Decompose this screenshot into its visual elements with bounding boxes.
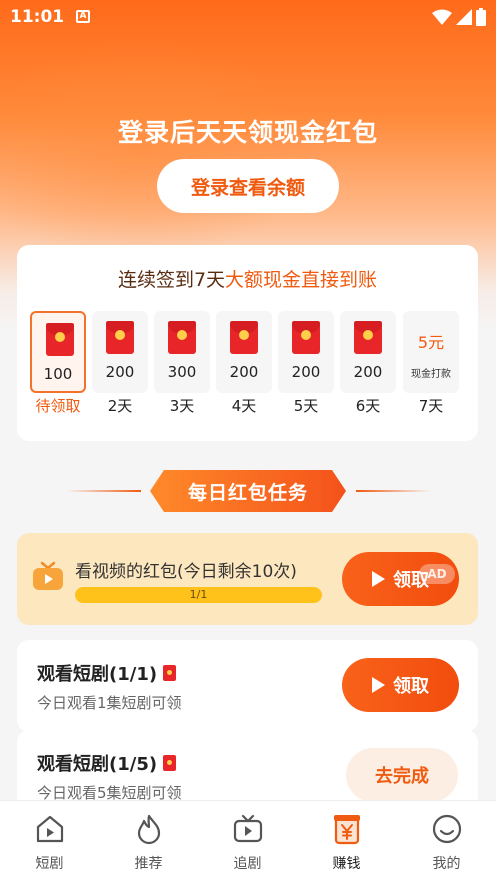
login-view-balance-button[interactable]: 登录查看余额 bbox=[157, 159, 339, 213]
checkin-card: 连续签到7天大额现金直接到账 100 200 300 200 200 200 5… bbox=[17, 245, 478, 441]
tab-earn-money[interactable]: 赚钱 bbox=[297, 801, 396, 881]
tv-icon bbox=[233, 814, 263, 843]
day-amount: 200 bbox=[291, 363, 321, 381]
checkin-day-6[interactable]: 200 bbox=[340, 311, 396, 393]
battery-icon bbox=[476, 8, 486, 26]
status-bar: 11:01 A bbox=[0, 0, 496, 34]
signal-icon bbox=[456, 9, 472, 25]
tab-label: 赚钱 bbox=[332, 856, 361, 872]
tab-following[interactable]: 追剧 bbox=[198, 801, 297, 881]
section-title: 每日红包任务 bbox=[150, 470, 346, 512]
divider-left bbox=[66, 490, 141, 492]
checkin-title: 连续签到7天大额现金直接到账 bbox=[17, 265, 478, 292]
checkin-day-4[interactable]: 200 bbox=[216, 311, 272, 393]
red-envelope-icon bbox=[163, 755, 177, 771]
tab-mine[interactable]: 我的 bbox=[397, 801, 496, 881]
tab-label: 追剧 bbox=[233, 856, 262, 872]
checkin-day-2[interactable]: 200 bbox=[92, 311, 148, 393]
task-title-text: 观看短剧(1/5) bbox=[37, 754, 158, 775]
play-icon bbox=[372, 571, 385, 587]
hero-title: 登录后天天领现金红包 bbox=[117, 118, 378, 147]
tab-label: 短剧 bbox=[35, 856, 64, 872]
checkin-day-3[interactable]: 300 bbox=[154, 311, 210, 393]
video-reward-task: 看视频的红包(今日剩余10次) 1/1 领取 AD bbox=[17, 533, 478, 625]
checkin-day-1[interactable]: 100 bbox=[30, 311, 86, 393]
video-task-progress: 1/1 bbox=[75, 587, 322, 603]
checkin-day-7[interactable]: 5元 现金打款 bbox=[403, 311, 459, 393]
red-envelope-icon bbox=[106, 321, 134, 354]
day-label-1: 待领取 bbox=[35, 397, 81, 415]
task-title: 观看短剧(1/5) bbox=[37, 750, 177, 776]
checkin-day-5[interactable]: 200 bbox=[278, 311, 334, 393]
day-label-3: 3天 bbox=[169, 397, 195, 415]
divider-right bbox=[356, 490, 431, 492]
app-notification-icon: A bbox=[76, 10, 90, 23]
day-amount: 100 bbox=[43, 365, 73, 383]
red-envelope-icon bbox=[354, 321, 382, 354]
claim-label: 领取 bbox=[393, 676, 429, 697]
red-envelope-icon bbox=[46, 323, 74, 356]
tab-short-drama[interactable]: 短剧 bbox=[0, 801, 99, 881]
bottom-tab-bar: 短剧 推荐 追剧 赚钱 我的 bbox=[0, 800, 496, 881]
go-complete-button[interactable]: 去完成 bbox=[346, 748, 458, 802]
task-subtitle: 今日观看1集短剧可领 bbox=[37, 694, 182, 712]
status-icons bbox=[432, 8, 486, 26]
ad-tag: AD bbox=[419, 564, 455, 584]
day-label-6: 6天 bbox=[355, 397, 381, 415]
red-envelope-icon bbox=[230, 321, 258, 354]
tab-recommend[interactable]: 推荐 bbox=[99, 801, 198, 881]
cash-amount: 5元 bbox=[417, 333, 445, 352]
video-task-title: 看视频的红包(今日剩余10次) bbox=[75, 562, 297, 582]
tab-label: 推荐 bbox=[134, 856, 163, 872]
cash-note: 现金打款 bbox=[411, 369, 451, 380]
progress-text: 1/1 bbox=[189, 588, 208, 601]
video-claim-button[interactable]: 领取 AD bbox=[342, 552, 459, 606]
day-amount: 200 bbox=[229, 363, 259, 381]
day-label-2: 2天 bbox=[107, 397, 133, 415]
flame-icon bbox=[137, 814, 161, 845]
red-envelope-icon bbox=[168, 321, 196, 354]
checkin-title-highlight: 大额现金直接到账 bbox=[225, 269, 378, 291]
day-amount: 300 bbox=[167, 363, 197, 381]
play-icon bbox=[372, 677, 385, 693]
task-title-text: 观看短剧(1/1) bbox=[37, 664, 158, 685]
day-label-5: 5天 bbox=[293, 397, 319, 415]
day-amount: 200 bbox=[353, 363, 383, 381]
tab-label: 我的 bbox=[432, 856, 461, 872]
task-title: 观看短剧(1/1) bbox=[37, 660, 177, 686]
daily-tasks-header: 每日红包任务 bbox=[0, 470, 496, 512]
home-play-icon bbox=[36, 815, 64, 843]
day-amount: 200 bbox=[105, 363, 135, 381]
checkin-title-prefix: 连续签到7天 bbox=[117, 269, 226, 291]
smile-icon bbox=[432, 814, 462, 844]
drama-claim-button[interactable]: 领取 bbox=[342, 658, 459, 712]
yuan-icon bbox=[334, 815, 360, 845]
wifi-icon bbox=[432, 9, 452, 25]
tv-play-icon bbox=[33, 561, 63, 590]
day-label-4: 4天 bbox=[231, 397, 257, 415]
status-time: 11:01 bbox=[10, 7, 65, 27]
red-envelope-icon bbox=[163, 665, 177, 681]
red-envelope-icon bbox=[292, 321, 320, 354]
watch-drama-task-1: 观看短剧(1/1) 今日观看1集短剧可领 领取 bbox=[17, 640, 478, 732]
day-label-7: 7天 bbox=[418, 397, 444, 415]
